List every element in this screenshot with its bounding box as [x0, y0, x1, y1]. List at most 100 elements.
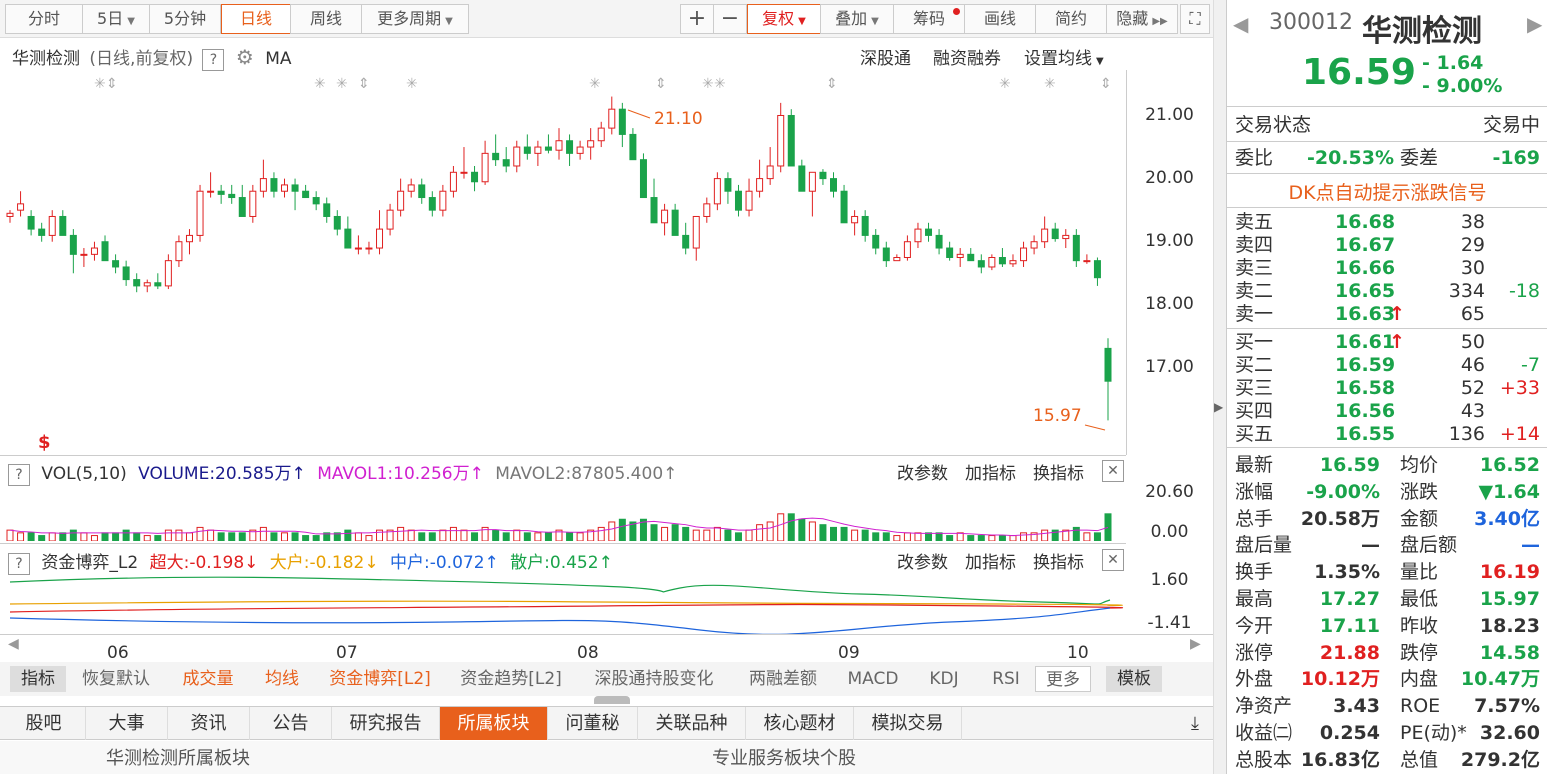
stat-row: 外盘 10.12万 内盘 10.47万: [1235, 668, 1540, 691]
hide-button[interactable]: 隐藏 ▶▶: [1106, 4, 1178, 34]
switch-indicator-link[interactable]: 换指标: [1033, 459, 1084, 484]
indicator-tab[interactable]: 指标: [10, 666, 66, 692]
bid-level-row[interactable]: 买二 16.59 46 -7: [1235, 354, 1540, 377]
volume-bar: [143, 535, 151, 541]
volume-bar: [365, 535, 373, 541]
ask-level-row[interactable]: 卖三 16.66 30: [1235, 257, 1540, 280]
fund-axis-bottom: -1.41: [1147, 613, 1192, 633]
fuquan-button[interactable]: 复权 ▼: [747, 4, 821, 34]
ma-setting-link[interactable]: 设置均线 ▼: [1024, 44, 1104, 69]
scroll-right-icon[interactable]: ▶: [1190, 636, 1201, 652]
overlay-button[interactable]: 叠加 ▼: [820, 4, 894, 34]
template-tab[interactable]: 模板: [1106, 666, 1162, 692]
level-change: +33: [1499, 377, 1540, 399]
bid-level-row[interactable]: 买五 16.55 136 +14: [1235, 423, 1540, 446]
sgt-link[interactable]: 深股通: [860, 44, 911, 69]
ma-tab[interactable]: 均线: [258, 666, 306, 692]
draw-line-button[interactable]: 画线: [964, 4, 1036, 34]
change-param-link[interactable]: 改参数: [897, 548, 948, 573]
rsi-tab[interactable]: RSI: [986, 666, 1026, 692]
gear-icon[interactable]: ⚙: [236, 45, 254, 69]
stat-value: 279.2亿: [1460, 748, 1540, 771]
tab-news[interactable]: 资讯: [168, 707, 250, 740]
ask-level-row[interactable]: 卖五 16.68 38: [1235, 211, 1540, 234]
volume-bar: [175, 529, 183, 541]
prev-stock-icon[interactable]: ◀: [1233, 12, 1248, 36]
tab-simulated-trading[interactable]: 模拟交易: [854, 707, 962, 740]
macd-tab[interactable]: MACD: [843, 666, 903, 692]
zoom-in-button[interactable]: +: [680, 4, 714, 34]
period-daily-button[interactable]: 日线: [221, 4, 291, 34]
chips-button[interactable]: 筹码: [893, 4, 965, 34]
bid-level-row[interactable]: 买一 16.61 ↑ 50: [1235, 331, 1540, 354]
period-weekly-button[interactable]: 周线: [290, 4, 362, 34]
level-volume: 136: [1448, 423, 1485, 445]
tab-announcements[interactable]: 公告: [250, 707, 332, 740]
dk-signal-link[interactable]: DK点自动提示涨跌信号: [1227, 178, 1547, 205]
volume-bar: [766, 521, 774, 541]
candle-body: [312, 197, 320, 205]
bid-level-row[interactable]: 买三 16.58 52 +33: [1235, 377, 1540, 400]
simple-mode-button[interactable]: 简约: [1035, 4, 1107, 34]
period-5day-button[interactable]: 5日 ▼: [82, 4, 150, 34]
collapse-handle-icon[interactable]: [594, 696, 630, 704]
period-5min-button[interactable]: 5分钟: [149, 4, 221, 34]
bid-level-row[interactable]: 买四 16.56 43: [1235, 400, 1540, 423]
restore-default-tab[interactable]: 恢复默认: [76, 666, 156, 692]
level-volume: 29: [1460, 234, 1485, 256]
zoom-out-button[interactable]: −: [713, 4, 747, 34]
candle-body: [513, 146, 521, 167]
stock-code: 300012: [1269, 10, 1353, 35]
more-periods-button[interactable]: 更多周期 ▼: [361, 4, 469, 34]
help-icon[interactable]: ?: [8, 464, 30, 486]
close-icon[interactable]: ✕: [1102, 460, 1124, 482]
candle-body: [249, 190, 257, 217]
tab-related[interactable]: 关联品种: [638, 707, 746, 740]
ma-label[interactable]: MA: [265, 49, 291, 69]
candle-body: [112, 260, 120, 268]
volume-bar: [122, 529, 130, 541]
kline-chart[interactable]: ✳ ⇕ ✳ ✳ ⇕ ✳ ✳ ⇕ ✳ ✳ ⇕ ✳ ✳ ⇕ $ 21.10 15.97: [0, 70, 1126, 455]
scroll-left-icon[interactable]: ◀: [8, 636, 19, 652]
close-icon[interactable]: ✕: [1102, 549, 1124, 571]
tab-events[interactable]: 大事: [86, 707, 168, 740]
ask-level-row[interactable]: 卖四 16.67 29: [1235, 234, 1540, 257]
more-tab[interactable]: 更多: [1035, 666, 1091, 692]
fund-game-tab[interactable]: 资金博弈[L2]: [326, 666, 434, 692]
margin-trading-link[interactable]: 融资融券: [933, 44, 1001, 69]
ask-level-row[interactable]: 卖一 16.63 ↑ 65: [1235, 303, 1540, 326]
level-price: 16.56: [1335, 400, 1396, 422]
volume-bar: [956, 532, 964, 541]
add-indicator-link[interactable]: 加指标: [965, 459, 1016, 484]
price-tick: 20.00: [1145, 168, 1194, 188]
next-stock-icon[interactable]: ▶: [1527, 12, 1542, 36]
volume-bar: [259, 526, 267, 541]
tab-ask-secretary[interactable]: 问董秘: [548, 707, 638, 740]
tab-research[interactable]: 研究报告: [332, 707, 440, 740]
candle-body: [977, 260, 985, 268]
volume-bar: [1020, 532, 1028, 541]
candle-body: [80, 253, 88, 256]
sgt-holding-tab[interactable]: 深股通持股变化: [588, 666, 720, 692]
switch-indicator-link[interactable]: 换指标: [1033, 548, 1084, 573]
ask-level-row[interactable]: 卖二 16.65 334 -18: [1235, 280, 1540, 303]
help-icon[interactable]: ?: [202, 49, 225, 71]
chevron-down-icon: ▼: [127, 16, 135, 27]
kdj-tab[interactable]: KDJ: [922, 666, 966, 692]
quote-panel: ◀ ▶ 300012 华测检测 16.59 - 1.64 - 9.00% 交易状…: [1226, 0, 1547, 774]
collapse-arrow-icon[interactable]: ▶: [1214, 400, 1223, 414]
volume-tab[interactable]: 成交量: [176, 666, 240, 692]
retail-line: [9, 576, 1111, 605]
fund-trend-tab[interactable]: 资金趋势[L2]: [456, 666, 566, 692]
fullscreen-icon[interactable]: ⛶: [1180, 4, 1210, 34]
tab-core-themes[interactable]: 核心题材: [746, 707, 854, 740]
tab-sector[interactable]: 所属板块: [440, 707, 548, 740]
change-param-link[interactable]: 改参数: [897, 459, 948, 484]
margin-diff-tab[interactable]: 两融差额: [743, 666, 823, 692]
download-icon[interactable]: ⤓: [1180, 707, 1210, 740]
period-intraday-button[interactable]: 分时: [5, 4, 83, 34]
panel-splitter[interactable]: [1213, 0, 1226, 774]
tab-guba[interactable]: 股吧: [2, 707, 86, 740]
add-indicator-link[interactable]: 加指标: [965, 548, 1016, 573]
month-label: 07: [336, 643, 358, 663]
